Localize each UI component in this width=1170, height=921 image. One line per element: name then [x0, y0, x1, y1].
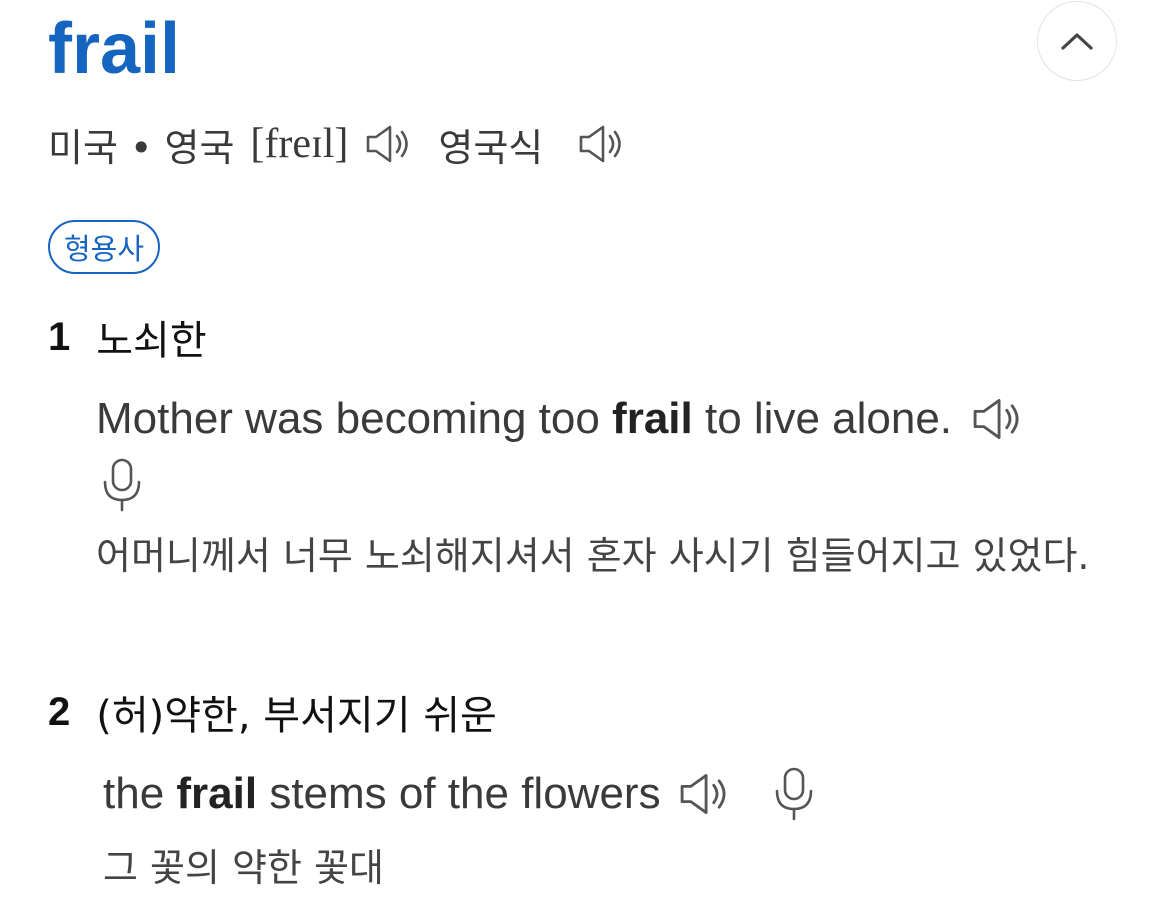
speaker-icon	[973, 399, 1019, 439]
microphone-icon	[775, 767, 812, 821]
play-example-button[interactable]	[970, 395, 1026, 443]
play-pronunciation-button[interactable]	[364, 122, 414, 166]
collapse-button[interactable]	[1037, 1, 1117, 81]
speaker-icon	[579, 125, 622, 163]
chevron-up-icon	[1061, 33, 1093, 50]
sense-number: 1	[48, 314, 71, 359]
sense-definition: 노쇠한	[96, 318, 207, 364]
pronunciation-region: 미국 • 영국	[48, 125, 235, 170]
example-highlight: frail	[176, 769, 258, 818]
headword: frail	[48, 9, 181, 89]
sense-heading: 2 (허)약한, 부서지기 쉬운	[48, 680, 497, 744]
record-example-button[interactable]	[99, 456, 145, 514]
ipa-text: [freɪl]	[250, 121, 349, 167]
speaker-icon	[680, 774, 726, 814]
example-sentence: the frail stems of the flowers	[103, 763, 817, 825]
example-text: stems of the flowers	[257, 769, 661, 818]
example-text: to live alone.	[692, 394, 953, 443]
example-text: the	[103, 769, 177, 818]
sense-heading: 1 노쇠한	[48, 305, 207, 369]
example-text: Mother was becoming too	[96, 394, 613, 443]
play-uk-pronunciation-button[interactable]	[577, 122, 627, 166]
pronunciation-row: 미국 • 영국 [freɪl] 영국식	[48, 112, 627, 176]
play-example-button[interactable]	[677, 770, 733, 818]
sense-number: 2	[48, 689, 71, 734]
example-sentence: Mother was becoming too frail to live al…	[96, 388, 1026, 450]
example-highlight: frail	[612, 394, 693, 443]
example-translation: 어머니께서 너무 노쇠해지셔서 혼자 사시기 힘들어지고 있었다.	[96, 534, 1090, 578]
pronunciation-region-uk: 영국식	[438, 125, 544, 170]
record-example-button[interactable]	[771, 765, 817, 823]
example-translation: 그 꽃의 약한 꽃대	[103, 846, 384, 890]
part-of-speech-badge: 형용사	[48, 220, 161, 274]
speaker-icon	[367, 125, 409, 163]
sense-definition: (허)약한, 부서지기 쉬운	[96, 693, 497, 739]
microphone-icon	[103, 458, 141, 512]
